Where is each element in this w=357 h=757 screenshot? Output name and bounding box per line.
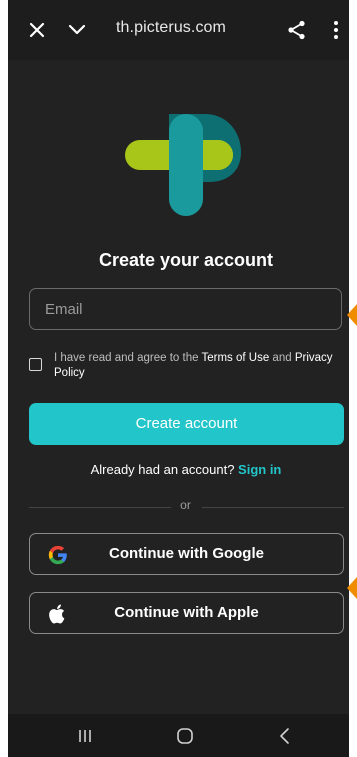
side-marker (347, 304, 357, 326)
sign-in-link[interactable]: Sign in (238, 462, 281, 477)
continue-with-google-button[interactable]: Continue with Google (29, 533, 344, 575)
system-nav-bar (8, 714, 349, 757)
google-button-label: Continue with Google (109, 545, 264, 562)
create-account-button[interactable]: Create account (29, 403, 344, 445)
terms-agreement: I have read and agree to the Terms of Us… (29, 350, 345, 384)
more-vert-icon[interactable] (324, 18, 348, 42)
picterus-logo (125, 114, 241, 216)
divider-or: or (180, 498, 191, 512)
apple-button-label: Continue with Apple (114, 604, 259, 621)
sign-in-prompt: Already had an account? Sign in (90, 462, 282, 477)
home-icon[interactable] (174, 725, 196, 747)
terms-of-use-link[interactable]: Terms of Use (201, 352, 269, 364)
recent-apps-icon[interactable] (74, 725, 96, 747)
divider-right (202, 507, 344, 508)
chevron-down-icon[interactable] (65, 18, 89, 42)
url-text[interactable]: th.picterus.com (116, 19, 226, 37)
close-icon[interactable] (25, 18, 49, 42)
share-icon[interactable] (285, 18, 309, 42)
page-title: Create your account (98, 250, 274, 270)
browser-toolbar: th.picterus.com (8, 0, 349, 60)
email-field[interactable] (29, 288, 342, 330)
continue-with-apple-button[interactable]: Continue with Apple (29, 592, 344, 634)
agree-checkbox[interactable] (29, 358, 42, 371)
phone-screen: th.picterus.com Create your account I ha… (8, 0, 349, 757)
back-icon[interactable] (274, 725, 296, 747)
agree-text: I have read and agree to the Terms of Us… (54, 352, 333, 379)
side-marker (347, 577, 357, 599)
divider-left (29, 507, 171, 508)
